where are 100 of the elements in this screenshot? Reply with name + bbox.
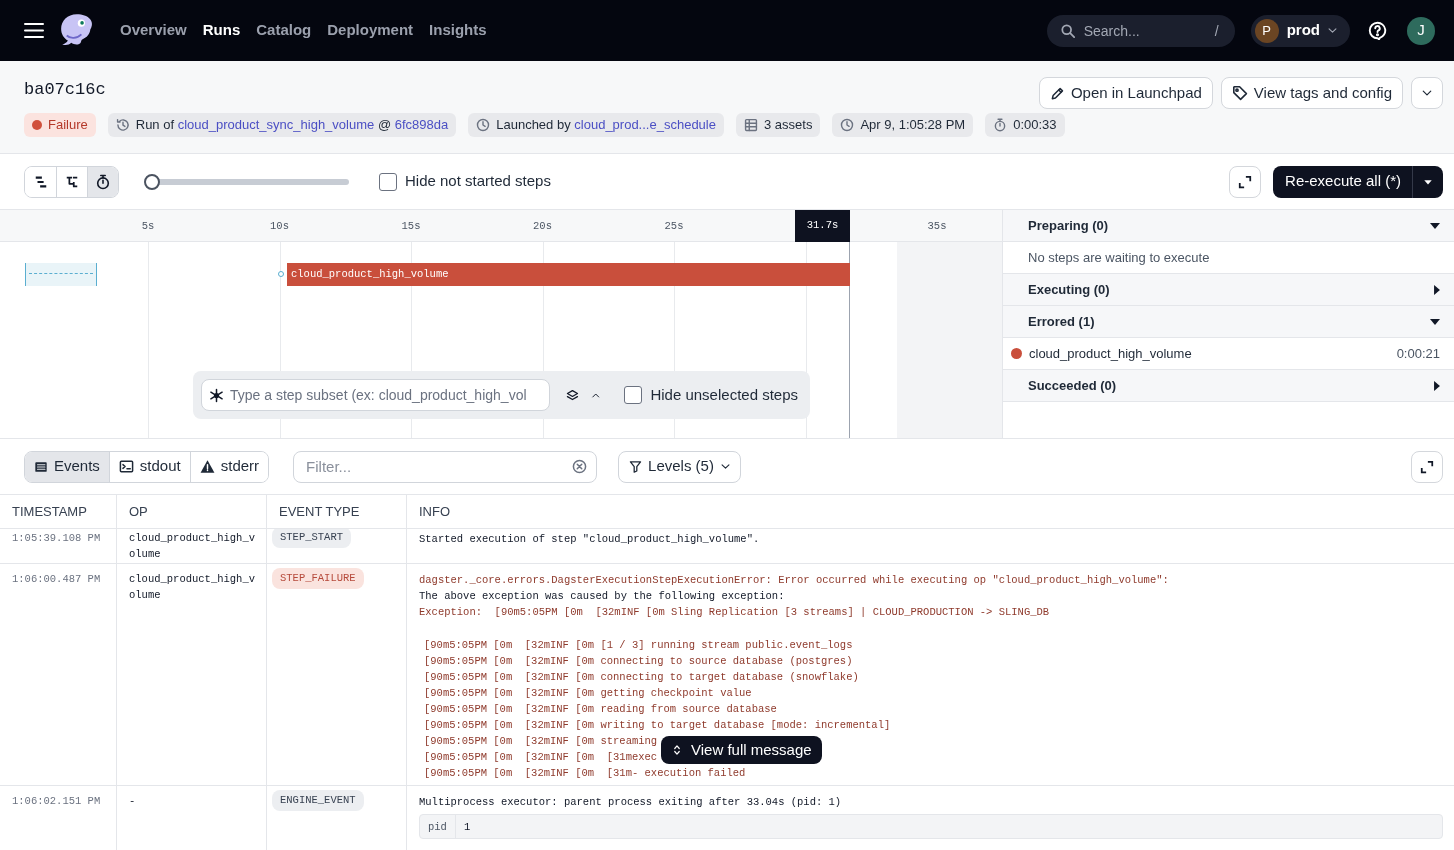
tag-text: 3 assets (763, 116, 813, 135)
metadata-key: pid (428, 818, 447, 835)
timestamp: 1:06:02.151 PM (12, 794, 101, 809)
filter-field[interactable]: Filter... (293, 450, 598, 483)
section-header[interactable]: Errored (1) (1003, 306, 1454, 338)
step-subset-field[interactable]: Type a step subset (ex: cloud_product_high_vol (201, 379, 550, 411)
log-line: [90m5:05PM [0m [32mINF [0m reading from source database (424, 702, 777, 717)
clock-icon (840, 118, 855, 132)
timestamp: 1:05:39.108 PM (12, 531, 101, 546)
tick-label: 10s (270, 219, 289, 234)
slider-thumb[interactable] (144, 173, 160, 190)
history-icon (115, 118, 130, 132)
list-icon (34, 459, 48, 474)
tag-icon (1231, 85, 1248, 101)
duration-view-button[interactable] (87, 166, 118, 197)
log-line: [90m5:05PM [0m [32mINF [0m [1 / 3] running stream public.event_logs (424, 638, 853, 653)
hide-unselected-checkbox[interactable] (624, 386, 643, 404)
nodes-icon (209, 387, 224, 403)
status-label: Failure (48, 116, 88, 135)
tag-link[interactable]: cloud_prod...e_schedule (574, 117, 716, 133)
clear-icon[interactable] (572, 459, 588, 474)
expand-icon (1420, 459, 1434, 474)
tick-label: 20s (533, 219, 552, 234)
event-type-badge: STEP_FAILURE (272, 568, 364, 589)
dashed-range-marker (25, 263, 97, 286)
reexecute-button[interactable]: Re-execute all (*) (1273, 165, 1412, 198)
stopwatch-icon (95, 173, 111, 190)
tag-link[interactable]: 6fc898da (394, 117, 449, 133)
op-name: cloud_product_high_volume (129, 531, 257, 562)
chevron-down-icon (1327, 25, 1338, 36)
column-header: EVENT TYPE (279, 502, 360, 521)
clock-icon (476, 118, 491, 132)
expand-button[interactable] (1229, 165, 1262, 198)
column-header: TIMESTAMP (12, 502, 87, 521)
reexecute-menu-button[interactable] (1412, 165, 1443, 198)
log-line: [90m5:05PM [0m [32mINF [0m getting checkpoint value (424, 686, 752, 701)
log-tab[interactable]: stderr (189, 451, 269, 482)
empty-message: No steps are waiting to execute (1028, 248, 1210, 267)
message-line: Started execution of step "cloud_product_high_volume". (419, 532, 760, 547)
deployment-switcher[interactable]: P prod (1250, 14, 1350, 47)
levels-button[interactable]: Levels (5) (618, 450, 741, 483)
tags-config-button[interactable]: View tags and config (1220, 77, 1403, 109)
log-line: [90m5:05PM [0m [32mINF [0m streaming (424, 734, 658, 749)
checkbox-label: Hide not started steps (405, 171, 551, 192)
log-line: [90m5:05PM [0m [32mINF [0m connecting to source database (postgres) (424, 654, 853, 669)
nav-link[interactable]: Overview (120, 19, 187, 42)
view-full-message-button[interactable]: View full message (661, 736, 822, 764)
expand-button[interactable] (1411, 450, 1443, 483)
tag-text: Launched by cloud_prod...e_schedule (496, 116, 716, 135)
tag-text: Run of cloud_product_sync_high_volume @ 6fc898da (135, 116, 449, 135)
tag-text: 0:00:33 (1013, 116, 1057, 135)
filter-icon (629, 460, 643, 473)
stopwatch-icon (993, 118, 1008, 132)
section-header[interactable]: Succeeded (0) (1003, 370, 1454, 402)
hierarchy-icon (65, 174, 79, 189)
op-name: cloud_product_high_volume (129, 572, 257, 603)
zoom-slider[interactable] (144, 173, 349, 190)
search-icon (1060, 23, 1075, 38)
tag-link[interactable]: cloud_product_sync_high_volume (177, 117, 375, 133)
log-line: [90m5:05PM [0m [32mINF [0m writing to target database [mode: incremental] (424, 718, 891, 733)
circle-marker-icon (278, 271, 284, 277)
tick-label: 5s (141, 219, 155, 234)
warning-icon (199, 459, 215, 474)
message-line: The above exception was caused by the following exception: (419, 589, 785, 604)
nav-link[interactable]: Catalog (256, 19, 312, 42)
log-line: [90m5:05PM [0m [32mINF [0m [31m- execution failed (424, 766, 746, 781)
step-duration: 0:00:21 (1396, 344, 1440, 363)
nav-link[interactable]: Insights (429, 19, 487, 42)
launchpad-button[interactable]: Open in Launchpad (1038, 77, 1213, 109)
tick-label: 25s (664, 219, 684, 234)
tick-label: 15s (401, 219, 421, 234)
bars-icon (33, 174, 48, 189)
nav-link[interactable]: Runs (202, 19, 241, 42)
run-title: ba07c16c (24, 79, 106, 101)
step-bar[interactable]: cloud_product_high_volume (287, 263, 850, 286)
hide-not-started-checkbox[interactable] (379, 172, 397, 191)
message-line: Multiprocess executor: parent process exiting after 33.04s (pid: 1) (419, 795, 842, 810)
menu-icon[interactable] (24, 23, 44, 38)
layers-icon[interactable] (566, 387, 579, 403)
step-name[interactable]: cloud_product_high_volume (1029, 343, 1192, 364)
timestamp: 1:06:00.487 PM (12, 572, 101, 587)
nav-link[interactable]: Deployment (327, 19, 414, 42)
log-tab[interactable]: Events (25, 451, 109, 482)
section-header[interactable]: Executing (0) (1003, 274, 1454, 306)
pencil-icon (1049, 85, 1065, 101)
event-type-badge: STEP_START (272, 529, 351, 548)
tag-text: Apr 9, 1:05:28 PM (860, 116, 966, 135)
current-time-marker: 31.7s (795, 210, 850, 242)
expand-icon (1238, 174, 1253, 189)
user-avatar[interactable]: J (1407, 16, 1435, 45)
message-line: dagster._core.errors.DagsterExecutionStepExecutionError: Error occurred while executing op "cloud_product_high_volume": (419, 573, 1169, 588)
section-header[interactable]: Preparing (0) (1003, 210, 1454, 242)
deployment-avatar: P (1254, 18, 1279, 43)
checkbox-label: Hide unselected steps (650, 384, 798, 405)
chevrons-icon (671, 743, 683, 757)
column-header: OP (129, 502, 148, 521)
help-icon[interactable] (1368, 21, 1387, 40)
tick-label: 35s (927, 219, 947, 234)
table-icon (743, 118, 758, 132)
column-header: INFO (419, 502, 451, 521)
